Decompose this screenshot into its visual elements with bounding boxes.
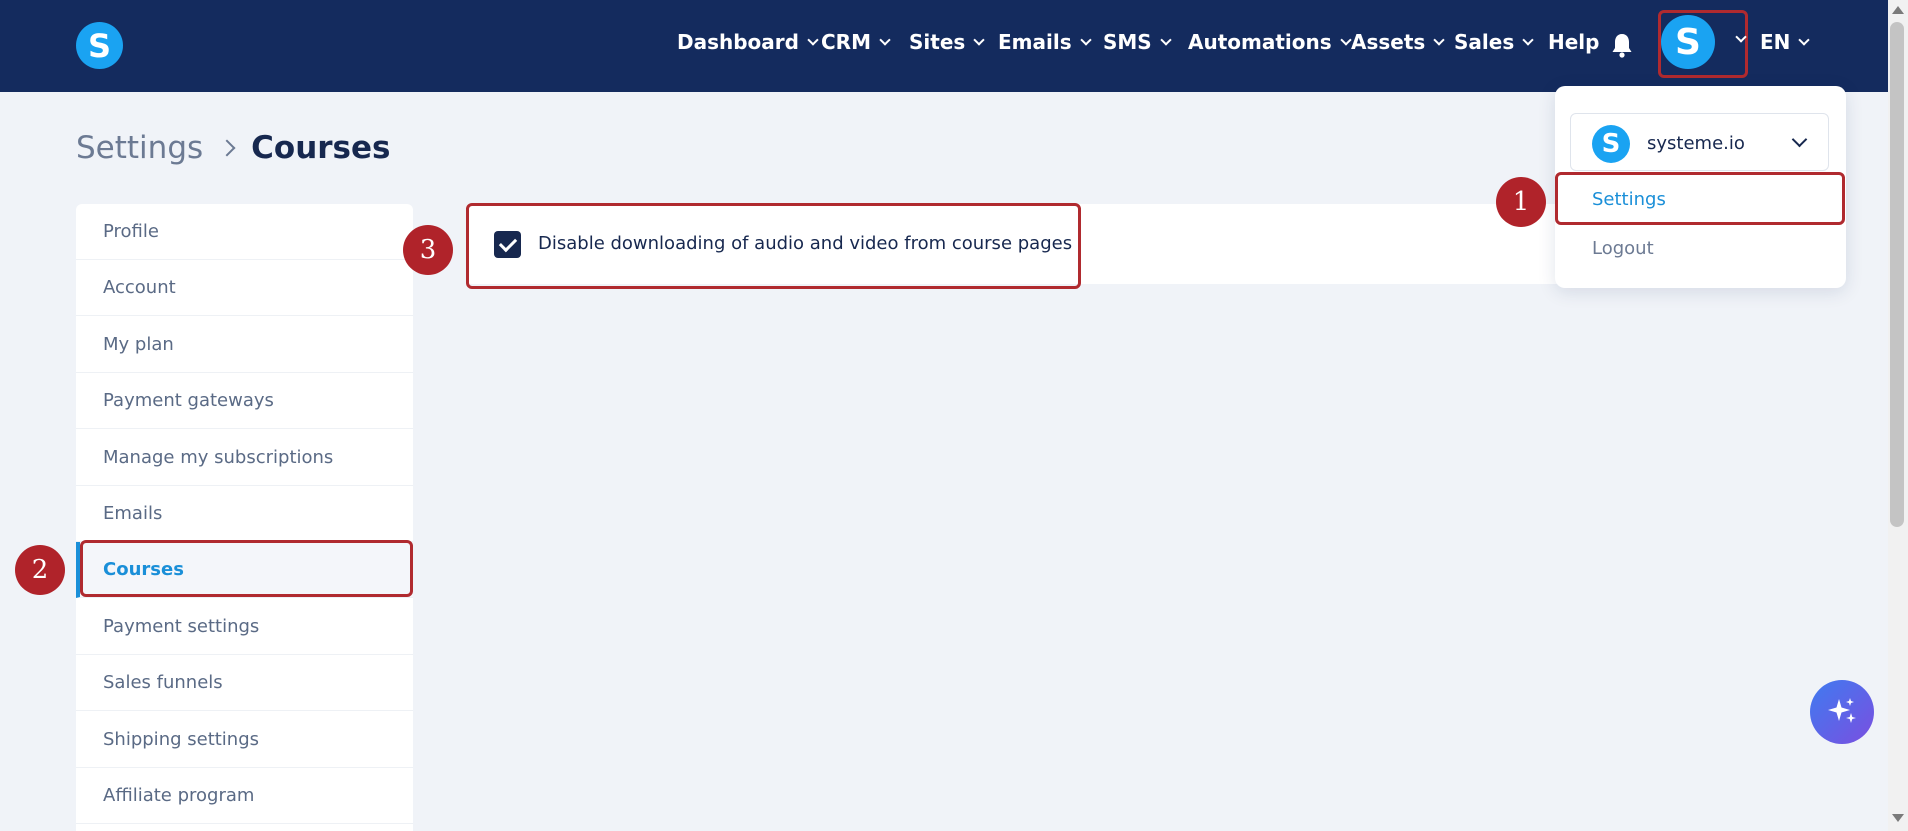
nav-label: Sales [1454, 30, 1515, 54]
sidebar-item-payment-settings[interactable]: Payment settings [76, 599, 413, 655]
sidebar-item-label: Profile [103, 221, 159, 242]
nav-sms[interactable]: SMS [1103, 30, 1172, 54]
page-title: Courses [251, 130, 391, 166]
bell-icon[interactable] [1611, 32, 1633, 58]
sidebar-item-account[interactable]: Account [76, 260, 413, 316]
sidebar-item-shipping-settings[interactable]: Shipping settings [76, 712, 413, 768]
ai-assistant-button[interactable] [1810, 680, 1874, 744]
sidebar-item-label: Sales funnels [103, 672, 223, 693]
nav-crm[interactable]: CRM [821, 30, 891, 54]
nav-dashboard[interactable]: Dashboard [677, 30, 819, 54]
nav-label: Automations [1188, 30, 1332, 54]
sidebar-item-emails[interactable]: Emails [76, 486, 413, 542]
nav-emails[interactable]: Emails [998, 30, 1092, 54]
scroll-down-icon[interactable] [1892, 814, 1904, 822]
nav-automations[interactable]: Automations [1188, 30, 1352, 54]
nav-label: Emails [998, 30, 1072, 54]
nav-assets[interactable]: Assets [1351, 30, 1445, 54]
scrollbar-thumb[interactable] [1890, 22, 1904, 527]
sidebar-item-label: Manage my subscriptions [103, 447, 334, 468]
breadcrumb: Settings Courses [76, 130, 391, 166]
sidebar-item-label: Shipping settings [103, 729, 260, 750]
breadcrumb-parent[interactable]: Settings [76, 130, 203, 166]
nav-label: Sites [909, 30, 966, 54]
nav-label: Dashboard [677, 30, 799, 54]
sidebar-item-label: Payment settings [103, 616, 260, 637]
workspace-logo: S [1592, 125, 1630, 163]
settings-sidebar: Profile Account My plan Payment gateways… [76, 204, 413, 831]
chevron-right-icon [218, 139, 236, 157]
step-badge-2: 2 [15, 545, 65, 595]
sidebar-item-label: Affiliate program [103, 785, 255, 806]
account-avatar-button[interactable]: S [1661, 15, 1715, 69]
sidebar-item-label: Account [103, 277, 176, 298]
chevron-down-icon [1433, 33, 1445, 46]
scroll-up-icon[interactable] [1892, 6, 1904, 14]
chevron-down-icon [879, 33, 891, 46]
nav-help[interactable]: Help [1548, 30, 1599, 54]
menu-item-logout[interactable]: Logout [1592, 238, 1654, 259]
sidebar-item-label: My plan [103, 334, 174, 355]
chevron-down-icon [1079, 33, 1092, 46]
nav-label: Help [1548, 30, 1600, 54]
nav-label: SMS [1103, 30, 1152, 54]
step-badge-1: 1 [1496, 177, 1546, 227]
chevron-down-icon [1798, 33, 1811, 46]
sidebar-item-label: Payment gateways [103, 390, 274, 411]
sidebar-item-profile[interactable]: Profile [76, 204, 413, 260]
chevron-down-icon [1339, 33, 1352, 46]
chevron-down-icon [1160, 33, 1172, 46]
nav-label: Assets [1351, 30, 1426, 54]
chevron-down-icon [1522, 33, 1534, 46]
checkbox-highlight [466, 203, 1081, 289]
sidebar-item-sales-funnels[interactable]: Sales funnels [76, 655, 413, 711]
nav-sites[interactable]: Sites [909, 30, 985, 54]
settings-highlight [1555, 172, 1845, 225]
chevron-down-icon [973, 33, 985, 46]
courses-highlight [80, 540, 413, 597]
sidebar-item-label: Emails [103, 503, 163, 524]
sidebar-item-affiliate-program[interactable]: Affiliate program [76, 768, 413, 824]
nav-label: CRM [821, 30, 871, 54]
sidebar-item-my-plan[interactable]: My plan [76, 317, 413, 373]
sparkle-icon [1828, 698, 1856, 723]
sidebar-item-manage-subscriptions[interactable]: Manage my subscriptions [76, 430, 413, 486]
step-badge-3: 3 [403, 225, 453, 275]
language-selector[interactable]: EN [1760, 30, 1811, 54]
nav-sales[interactable]: Sales [1454, 30, 1534, 54]
chevron-down-icon [807, 33, 819, 46]
language-label: EN [1760, 30, 1791, 54]
sidebar-item-payment-gateways[interactable]: Payment gateways [76, 373, 413, 429]
workspace-name: systeme.io [1647, 133, 1745, 154]
systeme-logo[interactable]: S [76, 22, 123, 69]
